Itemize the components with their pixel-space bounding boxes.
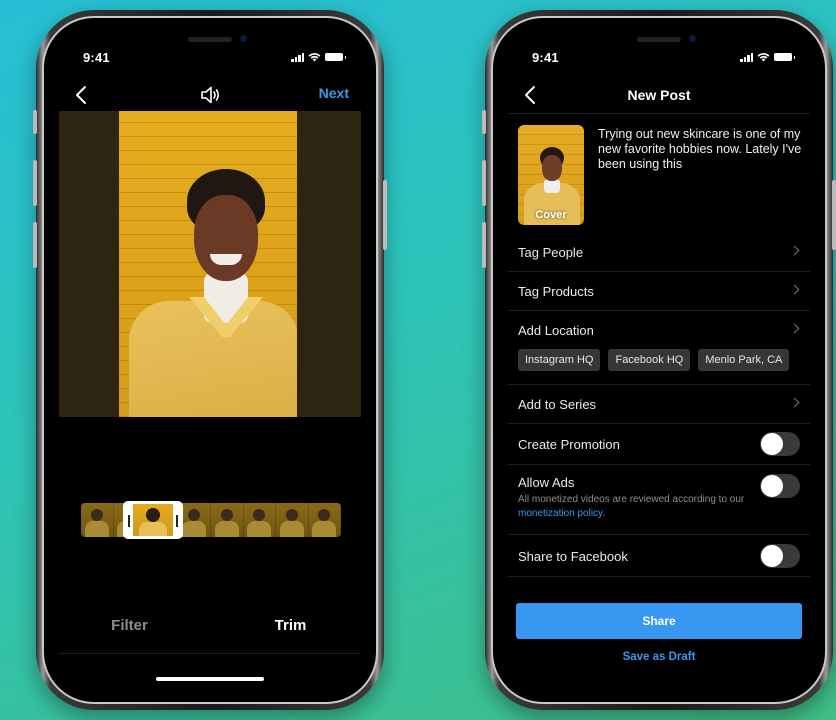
speaker-grille xyxy=(188,37,232,42)
signal-icon xyxy=(740,52,753,62)
battery-icon xyxy=(325,53,346,61)
filmstrip-frame xyxy=(178,503,211,537)
caption-input[interactable]: Trying out new skincare is one of my new… xyxy=(598,127,804,172)
trim-left-grip[interactable] xyxy=(128,515,130,527)
divider xyxy=(59,653,361,654)
setting-allow-ads: Allow Ads All monetized videos are revie… xyxy=(508,465,810,535)
power-button xyxy=(832,180,836,250)
setting-create-promotion: Create Promotion xyxy=(508,424,810,465)
share-to-facebook-toggle[interactable] xyxy=(760,544,800,568)
filmstrip-frame xyxy=(243,503,276,537)
mute-switch xyxy=(482,110,486,134)
allow-ads-toggle[interactable] xyxy=(760,474,800,498)
save-as-draft-button[interactable]: Save as Draft xyxy=(498,651,820,663)
setting-label: Allow Ads xyxy=(518,475,575,490)
location-chip[interactable]: Facebook HQ xyxy=(608,349,691,371)
monetization-policy-link[interactable]: monetization policy xyxy=(518,508,602,519)
cover-thumbnail[interactable]: Cover xyxy=(518,125,584,225)
front-camera xyxy=(689,35,696,42)
next-button[interactable]: Next xyxy=(319,85,349,101)
trim-filmstrip[interactable] xyxy=(81,503,341,537)
menu-item-label: Add to Series xyxy=(518,396,597,412)
trim-right-grip[interactable] xyxy=(176,515,178,527)
menu-item-label: Tag People xyxy=(518,244,584,260)
chevron-right-icon xyxy=(789,323,800,334)
chevron-right-icon xyxy=(789,284,800,295)
phone-video-editor: 9:41 Next Filter Trim xyxy=(33,10,387,710)
setting-label: Share to Facebook xyxy=(518,549,628,564)
wifi-icon xyxy=(308,53,321,62)
new-post-nav-bar: New Post xyxy=(498,81,820,109)
mute-switch xyxy=(33,110,37,134)
menu-item-label: Tag Products xyxy=(518,283,594,299)
menu-item-add-location[interactable]: Add Location xyxy=(508,311,810,349)
tab-trim[interactable]: Trim xyxy=(210,617,371,634)
post-options-list: Tag People Tag Products Add Location Ins… xyxy=(508,233,810,577)
filmstrip-frame xyxy=(81,503,114,537)
new-post-screen: 9:41 New Post Cover Trying out new skinc… xyxy=(498,23,820,697)
menu-item-tag-products[interactable]: Tag Products xyxy=(508,272,810,311)
share-button[interactable]: Share xyxy=(516,603,802,639)
post-header: Cover Trying out new skincare is one of … xyxy=(518,125,804,225)
volume-up-button xyxy=(482,160,486,206)
speaker-volume-icon[interactable] xyxy=(198,83,222,107)
filmstrip-frame xyxy=(276,503,309,537)
home-indicator[interactable] xyxy=(156,677,264,681)
tab-filter[interactable]: Filter xyxy=(49,617,210,634)
back-chevron-icon[interactable] xyxy=(71,83,93,107)
menu-item-label: Add Location xyxy=(518,322,594,338)
front-camera xyxy=(240,35,247,42)
status-bar: 9:41 xyxy=(49,47,371,67)
editor-screen: 9:41 Next Filter Trim xyxy=(49,23,371,697)
chevron-right-icon xyxy=(789,245,800,256)
create-promotion-toggle[interactable] xyxy=(760,432,800,456)
setting-share-to-facebook: Share to Facebook xyxy=(508,535,810,577)
filmstrip-frame xyxy=(308,503,341,537)
setting-label: Create Promotion xyxy=(518,437,620,452)
video-subject-image xyxy=(119,111,297,417)
page-title: New Post xyxy=(627,87,691,103)
trim-selection-handle[interactable] xyxy=(123,501,183,539)
volume-down-button xyxy=(482,222,486,268)
editor-tabs: Filter Trim xyxy=(49,617,371,634)
signal-icon xyxy=(291,52,304,62)
status-time: 9:41 xyxy=(83,49,110,65)
location-chip[interactable]: Menlo Park, CA xyxy=(698,349,790,371)
cover-label: Cover xyxy=(535,209,567,221)
editor-nav-bar: Next xyxy=(49,81,371,109)
volume-down-button xyxy=(33,222,37,268)
phone-new-post: 9:41 New Post Cover Trying out new skinc… xyxy=(482,10,836,710)
menu-item-tag-people[interactable]: Tag People xyxy=(508,233,810,272)
allow-ads-note: All monetized videos are reviewed accord… xyxy=(518,494,745,519)
menu-item-add-to-series[interactable]: Add to Series xyxy=(508,385,810,424)
filmstrip-frame xyxy=(211,503,244,537)
chevron-right-icon xyxy=(789,397,800,408)
status-bar: 9:41 xyxy=(498,47,820,67)
battery-icon xyxy=(774,53,795,61)
power-button xyxy=(383,180,387,250)
location-suggestions: Instagram HQ Facebook HQ Menlo Park, CA xyxy=(508,349,810,385)
video-frame xyxy=(119,111,297,417)
video-preview[interactable] xyxy=(59,111,361,417)
volume-up-button xyxy=(33,160,37,206)
status-time: 9:41 xyxy=(532,49,559,65)
wifi-icon xyxy=(757,53,770,62)
speaker-grille xyxy=(637,37,681,42)
location-chip[interactable]: Instagram HQ xyxy=(518,349,601,371)
divider xyxy=(508,113,810,114)
